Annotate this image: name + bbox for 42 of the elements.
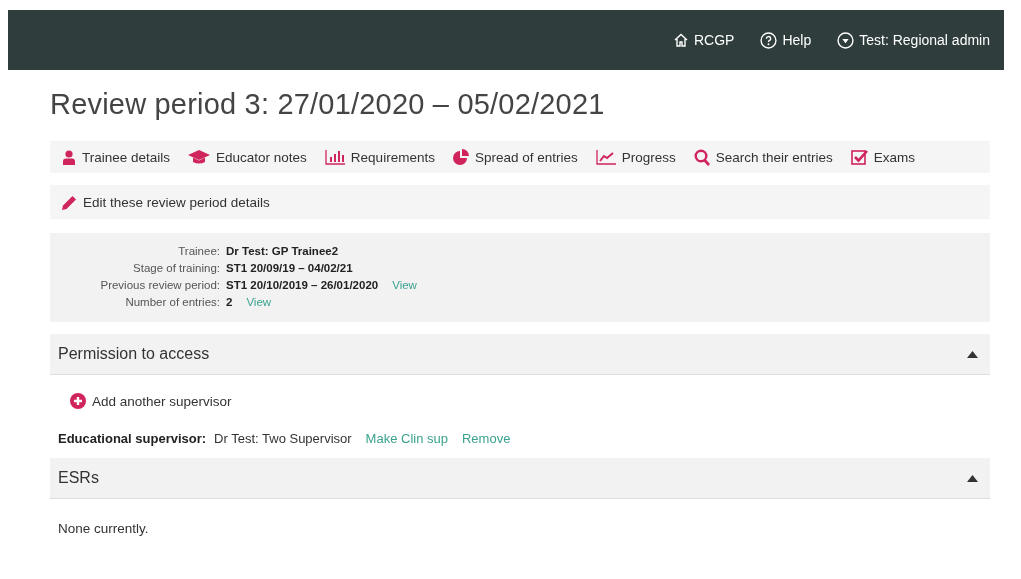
field-value: ST1 20/10/2019 – 26/01/2020 — [226, 279, 379, 291]
header-link[interactable]: Help — [760, 31, 812, 49]
add-supervisor-link[interactable]: Add another supervisor — [70, 393, 982, 409]
field-label: Previous review period: — [99, 279, 220, 291]
nav-link[interactable]: Requirements — [324, 149, 435, 165]
role-label: Educational supervisor: — [58, 431, 207, 446]
section-title: Permission to access — [58, 345, 210, 363]
empty-message: None currently. — [58, 521, 150, 536]
add-icon — [70, 393, 86, 409]
graduation-cap-icon — [188, 150, 211, 164]
header-link[interactable]: Test: Regional admin — [837, 31, 990, 49]
pencil-icon — [62, 194, 77, 210]
home-icon — [673, 32, 689, 48]
collapse-caret-icon[interactable] — [967, 474, 978, 482]
collapse-caret-icon[interactable] — [967, 350, 978, 358]
field-label: Number of entries: — [124, 296, 220, 308]
edit-link[interactable]: Edit these review period details — [62, 194, 270, 210]
page-title: Review period 3: 27/01/2020 – 05/02/2021 — [50, 88, 606, 121]
field-label: Stage of training: — [132, 262, 220, 274]
nav-link[interactable]: Search their entries — [693, 148, 833, 166]
user-icon — [62, 149, 76, 165]
pie-chart-icon — [452, 149, 469, 165]
supervisor-name: Dr Test: Two Supervisor — [214, 431, 352, 446]
nav-link[interactable]: Spread of entries — [452, 149, 578, 165]
nav-link[interactable]: Progress — [595, 149, 676, 165]
search-icon — [693, 148, 710, 166]
section-header[interactable]: ESRs — [50, 458, 990, 499]
section-header[interactable]: Permission to access — [50, 334, 990, 375]
dropdown-icon — [837, 31, 855, 49]
field-value: 2 — [226, 296, 233, 308]
field-value: ST1 20/09/19 – 04/02/21 — [226, 262, 353, 274]
field-label: Trainee: — [177, 245, 220, 257]
nav-link[interactable]: Educator notes — [188, 149, 307, 165]
nav-link[interactable]: Exams — [850, 149, 916, 165]
help-icon — [760, 31, 778, 49]
line-chart-icon — [595, 149, 616, 165]
header-link[interactable]: RCGP — [673, 32, 735, 48]
nav-link[interactable]: Trainee details — [62, 149, 171, 165]
checkbox-icon — [850, 149, 868, 165]
bar-chart-icon — [324, 149, 345, 165]
section-title: ESRs — [58, 469, 99, 487]
field-value: Dr Test: GP Trainee2 — [226, 245, 339, 257]
